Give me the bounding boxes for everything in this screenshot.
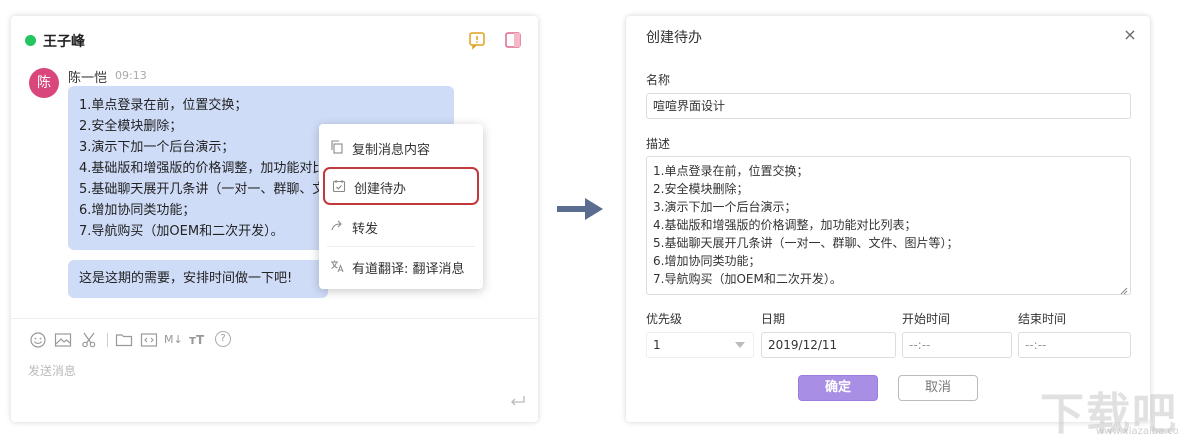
priority-label: 优先级 bbox=[646, 312, 683, 326]
menu-item-forward[interactable]: 转发 bbox=[319, 207, 483, 245]
description-line: 6.增加协同类功能； bbox=[653, 254, 761, 268]
message-line: 1.单点登录在前，位置交换； bbox=[79, 98, 248, 113]
description-label: 描述 bbox=[646, 137, 671, 151]
resize-grip-icon[interactable] bbox=[1120, 284, 1128, 295]
description-line: 1.单点登录在前，位置交换； bbox=[653, 164, 809, 178]
chat-panel: 王子峰 陈 陈一恺 09:13 1.单点登录在前，位置交换； 2.安全模块删除；… bbox=[11, 16, 538, 422]
description-line: 3.演示下加一个后台演示； bbox=[653, 200, 797, 214]
message-bubble-followup[interactable]: 这是这期的需要，安排时间做一下吧! bbox=[68, 260, 328, 298]
chat-header: 王子峰 bbox=[11, 16, 538, 64]
date-label: 日期 bbox=[761, 312, 786, 326]
description-line: 5.基础聊天展开几条讲（一对一、群聊、文件、图片等）； bbox=[653, 236, 959, 250]
start-time-field[interactable]: --:-- bbox=[902, 332, 1012, 358]
chevron-down-icon bbox=[735, 342, 745, 348]
sender-name: 陈一恺 bbox=[68, 71, 108, 86]
message-context-menu: 复制消息内容 创建待办 转发 有道翻译: 翻译消息 bbox=[319, 124, 483, 289]
description-line: 7.导航购买（加OEM和二次开发）。 bbox=[653, 272, 842, 286]
contact-name: 王子峰 bbox=[43, 34, 85, 50]
priority-select[interactable]: 1 bbox=[646, 332, 754, 358]
end-time-label: 结束时间 bbox=[1018, 312, 1067, 326]
scissors-icon[interactable] bbox=[80, 331, 98, 349]
description-line: 4.基础版和增强版的价格调整，加功能对比列表； bbox=[653, 218, 917, 232]
cancel-button[interactable]: 取消 bbox=[898, 375, 978, 401]
calendar-check-icon bbox=[332, 179, 346, 193]
sidebar-toggle-icon[interactable] bbox=[503, 30, 523, 50]
compose-divider bbox=[11, 318, 538, 319]
menu-item-label: 有道翻译: 翻译消息 bbox=[352, 262, 465, 277]
description-field[interactable]: 1.单点登录在前，位置交换； 2.安全模块删除； 3.演示下加一个后台演示； 4… bbox=[646, 156, 1131, 295]
image-icon[interactable] bbox=[54, 331, 72, 349]
sender-avatar[interactable]: 陈 bbox=[29, 68, 59, 98]
name-field[interactable]: 喧喧界面设计 bbox=[646, 93, 1131, 119]
close-icon[interactable]: × bbox=[1122, 27, 1138, 43]
date-field[interactable]: 2019/12/11 bbox=[761, 332, 896, 358]
online-status-dot bbox=[25, 35, 36, 46]
menu-item-label: 转发 bbox=[352, 222, 379, 237]
markdown-icon[interactable]: M↓ bbox=[164, 331, 183, 349]
menu-item-label: 复制消息内容 bbox=[352, 143, 431, 158]
menu-item-copy[interactable]: 复制消息内容 bbox=[319, 128, 483, 166]
help-icon[interactable]: ? bbox=[215, 331, 231, 347]
confirm-button[interactable]: 确定 bbox=[798, 375, 878, 401]
code-icon[interactable] bbox=[140, 331, 158, 349]
enter-icon[interactable] bbox=[509, 394, 527, 408]
start-time-label: 开始时间 bbox=[902, 312, 951, 326]
right-arrow-icon bbox=[557, 196, 605, 222]
watermark-url: www.xiazaiba.com bbox=[1096, 426, 1178, 437]
watermark: 下载吧 www.xiazaiba.com bbox=[1040, 378, 1178, 440]
toolbar-separator bbox=[107, 333, 108, 347]
message-time: 09:13 bbox=[115, 69, 147, 82]
translate-icon bbox=[330, 259, 344, 273]
folder-icon[interactable] bbox=[115, 331, 133, 349]
priority-value: 1 bbox=[653, 338, 661, 352]
forward-icon bbox=[330, 219, 344, 233]
copy-icon bbox=[330, 140, 344, 154]
menu-item-create-todo[interactable]: 创建待办 bbox=[323, 167, 479, 205]
menu-item-label: 创建待办 bbox=[354, 182, 407, 197]
menu-item-translate[interactable]: 有道翻译: 翻译消息 bbox=[319, 247, 483, 285]
compose-input[interactable] bbox=[28, 360, 518, 382]
end-time-field[interactable]: --:-- bbox=[1018, 332, 1131, 358]
create-todo-dialog: 创建待办 × 名称 喧喧界面设计 描述 1.单点登录在前，位置交换； 2.安全模… bbox=[626, 16, 1150, 422]
text-format-icon[interactable]: ᴛT bbox=[189, 331, 207, 349]
emoji-icon[interactable] bbox=[29, 331, 47, 349]
description-line: 2.安全模块删除； bbox=[653, 182, 749, 196]
todo-icon[interactable] bbox=[467, 30, 487, 50]
dialog-title: 创建待办 bbox=[646, 30, 702, 46]
name-label: 名称 bbox=[646, 73, 671, 87]
